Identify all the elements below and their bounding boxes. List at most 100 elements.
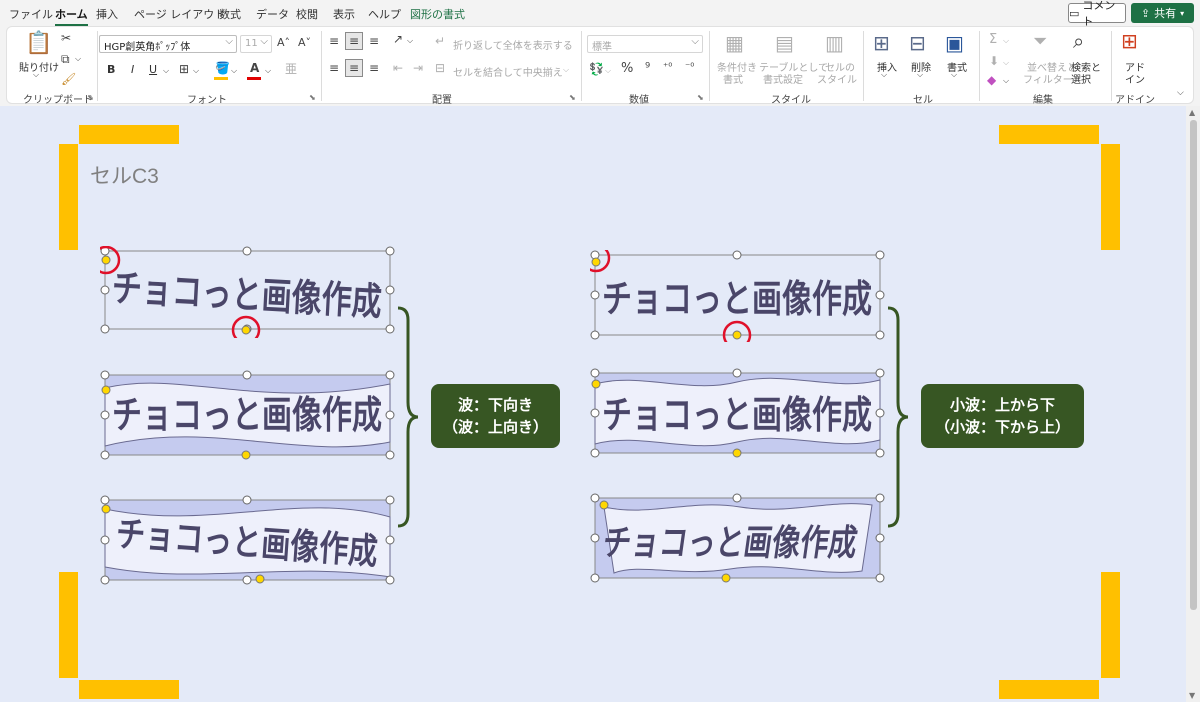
merge-icon[interactable]: ⊟	[435, 62, 445, 74]
tab-home[interactable]: ホーム	[55, 6, 88, 26]
vertical-scrollbar[interactable]: ▲ ▼	[1186, 106, 1200, 702]
wordart-double-wave-up-filled[interactable]: チョコっと画像作成	[590, 493, 890, 585]
italic-button[interactable]: I	[131, 63, 134, 76]
wordart-wave-down-plain[interactable]: チョコっと画像作成	[100, 246, 400, 338]
tab-insert[interactable]: 挿入	[96, 6, 118, 22]
paste-icon[interactable]: 📋	[25, 33, 52, 55]
addins-label-2[interactable]: イン	[1125, 71, 1145, 86]
adjust-handle-icon[interactable]	[721, 573, 731, 583]
decrease-indent-icon[interactable]: ⇤	[393, 62, 403, 74]
border-icon[interactable]: ⊞	[179, 63, 189, 75]
dialog-launcher-icon[interactable]: ⬊	[569, 93, 576, 102]
format-as-table-icon[interactable]: ▤	[775, 33, 794, 53]
adjust-handle-icon[interactable]	[241, 450, 251, 460]
chevron-down-icon[interactable]: ⌵	[605, 67, 611, 75]
merge-center-button[interactable]: セルを結合して中央揃え	[453, 64, 563, 79]
chevron-down-icon[interactable]: ⌵	[951, 71, 957, 79]
chevron-down-icon[interactable]: ⌵	[265, 67, 271, 75]
chevron-down-icon[interactable]: ⌵	[1003, 59, 1009, 67]
wrap-text-icon[interactable]: ↵	[435, 35, 445, 47]
chevron-down-icon[interactable]: ⌵	[33, 71, 39, 79]
chevron-down-icon[interactable]: ⌵	[75, 55, 81, 63]
tab-data[interactable]: データ	[256, 6, 289, 22]
chevron-down-icon[interactable]: ⌵	[1003, 77, 1009, 85]
tab-page-layout[interactable]: ページ レイアウト	[134, 6, 225, 22]
adjust-handle-icon[interactable]	[599, 500, 609, 510]
increase-font-size-icon[interactable]: A˄	[277, 37, 290, 48]
chevron-down-icon[interactable]: ⌵	[231, 67, 237, 75]
number-format-select[interactable]: 標準	[587, 35, 703, 53]
format-painter-icon[interactable]: 🖌	[61, 73, 76, 85]
fill-color-icon[interactable]: 🪣	[215, 62, 230, 74]
underline-button[interactable]: U	[149, 63, 157, 76]
bold-button[interactable]: B	[107, 63, 115, 76]
scrollbar-thumb[interactable]	[1190, 120, 1197, 610]
format-as-table-label-2[interactable]: 書式設定	[763, 71, 803, 86]
comma-style-icon[interactable]: ⁹	[645, 62, 650, 75]
align-middle-icon[interactable]: ≡	[349, 35, 359, 47]
adjust-handle-icon[interactable]	[101, 385, 111, 395]
dialog-launcher-icon[interactable]: ⬊	[309, 93, 316, 102]
phonetic-icon[interactable]: 亜	[285, 63, 297, 75]
search-icon[interactable]: ⌕	[1073, 31, 1084, 51]
adjust-handle-icon[interactable]	[101, 255, 111, 265]
wordart-wave-down-filled[interactable]: チョコっと画像作成	[100, 370, 400, 462]
align-center-icon[interactable]: ≡	[349, 62, 359, 74]
wordart-double-wave-plain[interactable]: チョコっと画像作成	[590, 250, 890, 342]
comment-button[interactable]: ▭ コメント	[1068, 0, 1126, 28]
scroll-up-icon[interactable]: ▲	[1189, 108, 1195, 117]
adjust-handle-icon[interactable]	[732, 330, 742, 340]
cut-icon[interactable]: ✂	[61, 32, 71, 44]
align-bottom-icon[interactable]: ≡	[369, 35, 379, 47]
tab-shape-format[interactable]: 図形の書式	[410, 6, 465, 22]
chevron-down-icon[interactable]: ⌵	[881, 71, 887, 79]
format-cells-icon[interactable]: ▣	[945, 33, 964, 53]
conditional-format-icon[interactable]: ▦	[725, 33, 744, 53]
wordart-wave-up-filled[interactable]: チョコっと画像作成	[100, 495, 400, 587]
chevron-down-icon[interactable]: ⌵	[917, 71, 923, 79]
sort-filter-label-2[interactable]: フィルター	[1023, 71, 1073, 86]
clear-icon[interactable]: ◆	[987, 74, 996, 86]
adjust-handle-icon[interactable]	[255, 574, 265, 584]
adjust-handle-icon[interactable]	[591, 379, 601, 389]
align-right-icon[interactable]: ≡	[369, 62, 379, 74]
chevron-down-icon[interactable]: ⌵	[563, 66, 569, 74]
decrease-font-size-icon[interactable]: A˅	[298, 37, 311, 48]
autosum-icon[interactable]: Σ	[989, 33, 997, 46]
tab-help[interactable]: ヘルプ	[368, 6, 401, 22]
chevron-down-icon[interactable]: ⌵	[1003, 37, 1009, 45]
chevron-down-icon[interactable]: ⌵	[163, 67, 169, 75]
increase-indent-icon[interactable]: ⇥	[413, 62, 423, 74]
chevron-down-icon[interactable]: ⌵	[407, 37, 413, 45]
increase-decimal-icon[interactable]: ⁺⁰	[663, 63, 672, 73]
adjust-handle-icon[interactable]	[591, 257, 601, 267]
dialog-launcher-icon[interactable]: ⬊	[697, 93, 704, 102]
font-name-select[interactable]: HGP創英角ﾎﾟｯﾌﾟ体	[99, 35, 237, 53]
tab-file[interactable]: ファイル	[9, 6, 53, 22]
accounting-format-icon[interactable]: 💱	[589, 63, 604, 75]
cell-styles-label-2[interactable]: スタイル	[817, 71, 857, 86]
copy-icon[interactable]: ⧉	[61, 53, 70, 65]
align-top-icon[interactable]: ≡	[329, 35, 339, 47]
wordart-double-wave-down-filled[interactable]: チョコっと画像作成	[590, 368, 890, 460]
collapse-ribbon-icon[interactable]: ⌵	[1177, 89, 1184, 98]
sort-filter-icon[interactable]: ⏷	[1033, 33, 1047, 51]
scroll-down-icon[interactable]: ▼	[1189, 691, 1195, 700]
orientation-icon[interactable]: ↗	[393, 33, 403, 45]
tab-review[interactable]: 校閲	[296, 6, 318, 22]
insert-cells-icon[interactable]: ⊞	[873, 33, 890, 53]
chevron-down-icon[interactable]: ⌵	[193, 67, 199, 75]
addins-icon[interactable]: ⊞	[1121, 31, 1138, 51]
font-color-icon[interactable]: A	[250, 62, 259, 74]
font-size-select[interactable]: 11	[240, 35, 272, 53]
tab-view[interactable]: 表示	[333, 6, 355, 22]
cell-styles-icon[interactable]: ▥	[825, 33, 844, 53]
adjust-handle-icon[interactable]	[101, 504, 111, 514]
decrease-decimal-icon[interactable]: ⁻⁰	[685, 63, 694, 73]
adjust-handle-icon[interactable]	[732, 448, 742, 458]
conditional-format-label-2[interactable]: 書式	[723, 71, 743, 86]
align-left-icon[interactable]: ≡	[329, 62, 339, 74]
find-select-label-2[interactable]: 選択	[1071, 71, 1091, 86]
share-button[interactable]: ⇪ 共有 ▾	[1131, 3, 1194, 23]
dialog-launcher-icon[interactable]: ⬊	[87, 93, 94, 102]
